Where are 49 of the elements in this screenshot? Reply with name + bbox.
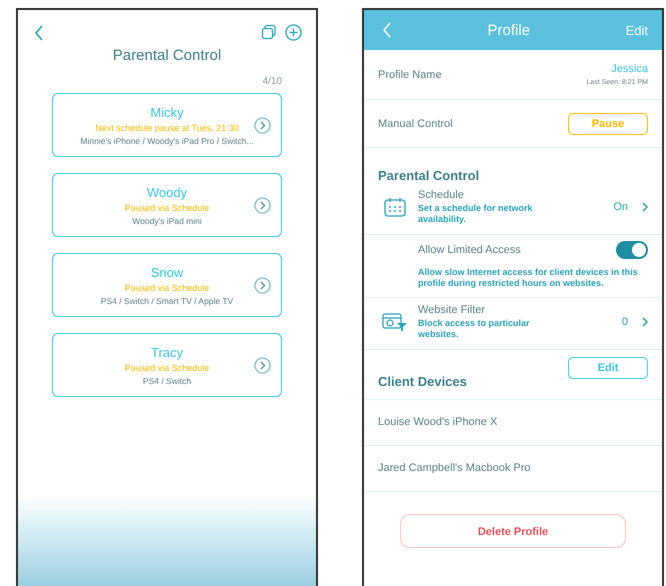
profile-card[interactable]: Woody Paused via Schedule Woody's iPad mini <box>52 173 282 237</box>
profile-devices: PS4 / Switch <box>142 376 192 386</box>
feature-title: Allow Limited Access <box>418 244 521 256</box>
delete-profile-button[interactable]: Delete Profile <box>400 514 626 548</box>
profile-status: Paused via Schedule <box>124 362 210 372</box>
filter-count-link[interactable]: 0 <box>622 316 628 328</box>
device-name: Jared Campbell's Macbook Pro <box>378 462 531 474</box>
profile-devices: PS4 / Switch / Smart TV / Apple TV <box>100 296 234 306</box>
profile-name: Snow <box>150 264 184 280</box>
edit-button[interactable]: Edit <box>626 22 648 38</box>
profile-status: Paused via Schedule <box>124 202 210 212</box>
profile-name: Micky <box>150 104 184 120</box>
profile-name: Tracy <box>150 344 184 360</box>
feature-title: Website Filter <box>418 304 486 316</box>
chevron-icon <box>642 202 648 212</box>
section-heading: Client Devices <box>378 374 467 388</box>
profile-devices: Minnie's iPhone / Woody's iPad Pro / Switch... <box>80 136 254 146</box>
feature-description: Block access to particular websites. <box>418 318 531 340</box>
header-title: Profile <box>488 22 530 38</box>
profile-count: 4/10 <box>262 76 283 87</box>
section-heading: Parental Control <box>377 168 480 183</box>
edit-devices-button[interactable]: Edit <box>568 356 648 378</box>
calendar-icon <box>384 197 406 218</box>
profile-name-value: Jessica <box>611 63 648 75</box>
field-label: Manual Control <box>378 118 453 130</box>
chevron-icon <box>642 317 648 328</box>
profile-card[interactable]: Tracy Paused via Schedule PS4 / Switch <box>52 333 282 397</box>
profile-card[interactable]: Snow Paused via Schedule PS4 / Switch / Smart TV / Apple TV <box>52 253 282 317</box>
copy-icon[interactable] <box>261 24 277 40</box>
screen-title: Parental Control <box>112 47 222 64</box>
back-icon[interactable] <box>34 24 44 40</box>
feature-description: Allow slow Internet access for client devices in this profile during restricted hours on websites. <box>418 266 639 289</box>
schedule-link[interactable]: On <box>613 201 628 214</box>
device-name: Louise Wood's iPhone X <box>378 416 498 428</box>
feature-description: Set a schedule for network availability. <box>418 203 534 226</box>
profile-status: Paused via Schedule <box>124 282 210 292</box>
chevron-circle-icon[interactable] <box>254 197 271 214</box>
field-label: Profile Name <box>378 68 442 80</box>
chevron-circle-icon[interactable] <box>254 117 271 134</box>
browser-filter-icon <box>382 312 408 332</box>
chevron-circle-icon[interactable] <box>254 357 271 374</box>
profile-name: Woody <box>146 184 188 200</box>
profile-card[interactable]: Micky Next schedule pause at Tues. 21:30 Minnie's iPhone / Woody's iPad Pro / Switch... <box>52 93 282 157</box>
profile-status: Next schedule pause at Tues. 21:30 <box>95 122 239 132</box>
feature-title: Schedule <box>418 189 465 201</box>
toggle-switch[interactable] <box>616 240 648 258</box>
add-icon[interactable] <box>285 24 302 41</box>
chevron-circle-icon[interactable] <box>254 277 271 294</box>
profile-devices: Woody's iPad mini <box>132 216 202 226</box>
